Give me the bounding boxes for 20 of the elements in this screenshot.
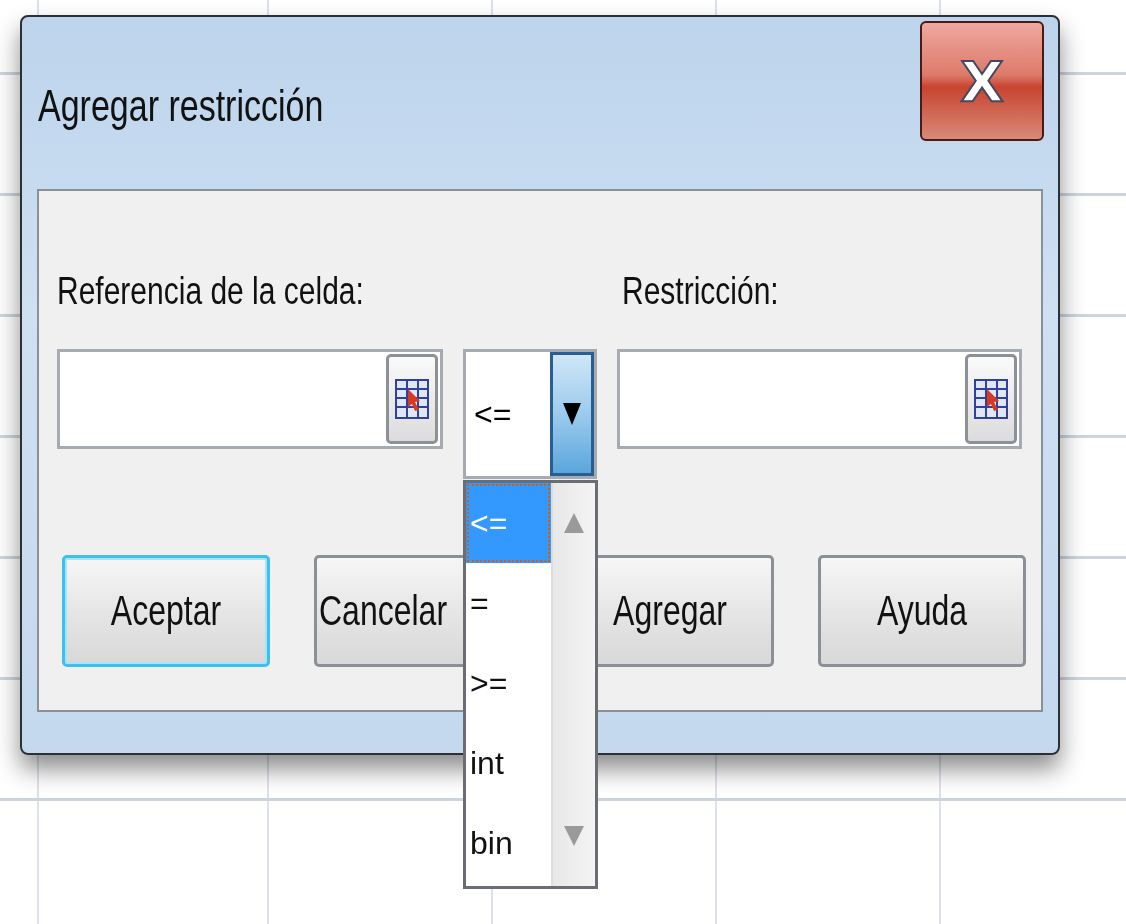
dropdown-option[interactable]: bin bbox=[466, 803, 551, 883]
field-label: Referencia de la celda: bbox=[57, 267, 365, 313]
operator-dropdown[interactable]: <= bbox=[463, 349, 597, 479]
caret-down-icon bbox=[563, 403, 581, 425]
dialog-button[interactable]: Ayuda bbox=[818, 555, 1026, 667]
constraint-field[interactable] bbox=[617, 349, 1022, 449]
dropdown-button[interactable] bbox=[550, 352, 594, 476]
scroll-down-icon bbox=[564, 826, 584, 846]
range-select-button[interactable] bbox=[386, 354, 438, 444]
scrollbar[interactable] bbox=[551, 483, 595, 886]
dropdown-option[interactable]: int bbox=[466, 723, 551, 803]
field-label: Restricción: bbox=[621, 267, 780, 313]
window-title: Agregar restricción bbox=[38, 81, 324, 132]
range-select-icon bbox=[395, 379, 429, 419]
close-button[interactable]: X bbox=[920, 21, 1044, 141]
scroll-up-icon bbox=[564, 513, 584, 533]
range-select-icon bbox=[974, 379, 1008, 419]
dialog-button[interactable]: Aceptar bbox=[62, 555, 270, 667]
cell-reference-field[interactable] bbox=[57, 349, 443, 449]
range-select-button[interactable] bbox=[965, 354, 1017, 444]
